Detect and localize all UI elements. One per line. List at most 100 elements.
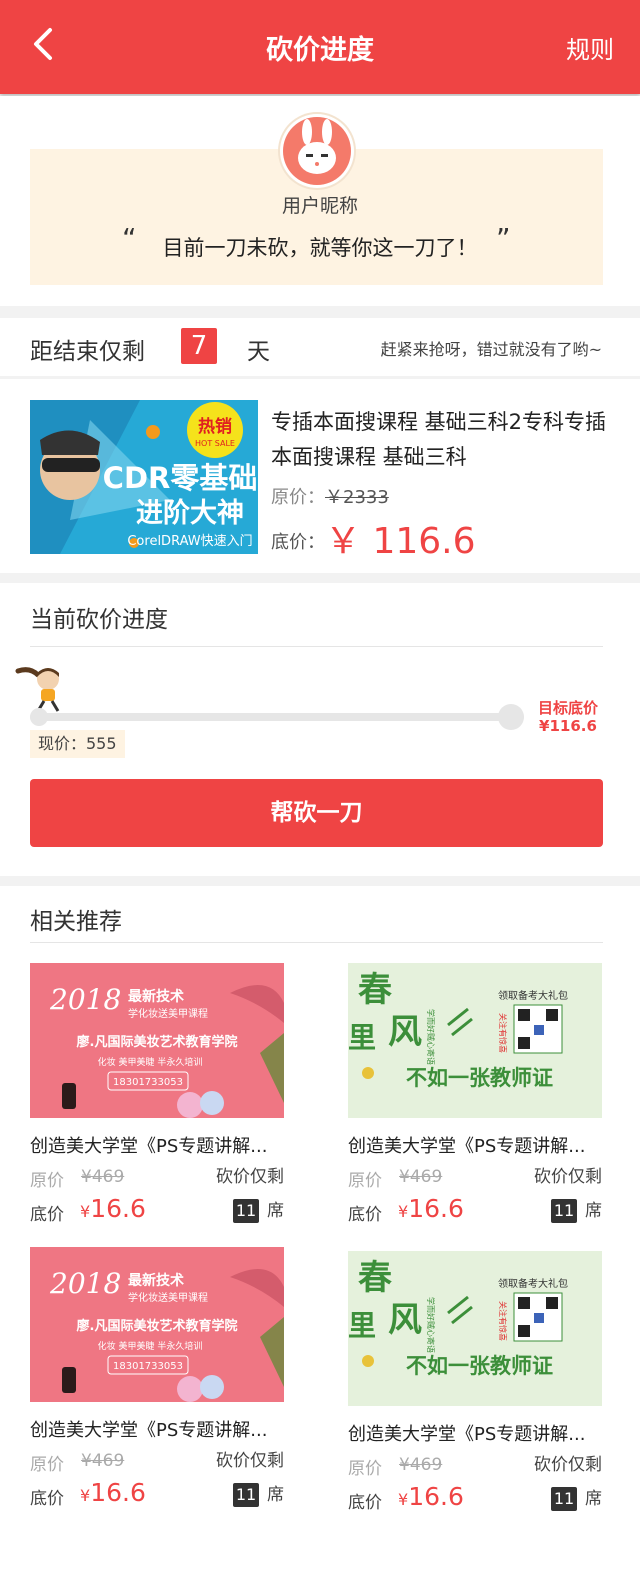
svg-text:关注有惊喜: 关注有惊喜 — [498, 1301, 508, 1341]
current-price-tag: 现价：555 — [30, 730, 125, 758]
floor-row: 底价 ¥16.6 11 席 — [348, 1480, 602, 1514]
seat-count: 11 — [551, 1199, 577, 1223]
svg-text:HOT SALE: HOT SALE — [195, 439, 235, 448]
svg-text:领取备考大礼包: 领取备考大礼包 — [498, 1277, 568, 1290]
svg-text:学化妆送美甲课程: 学化妆送美甲课程 — [128, 1291, 208, 1304]
orig-price: ¥469 — [399, 1455, 443, 1475]
svg-text:不如一张教师证: 不如一张教师证 — [406, 1066, 553, 1090]
svg-text:18301733053: 18301733053 — [113, 1361, 183, 1372]
course-name[interactable]: 创造美大学堂《PS专题讲解... — [348, 1420, 602, 1446]
course-name[interactable]: 创造美大学堂《PS专题讲解... — [348, 1132, 602, 1158]
floor-row: 底价 ¥16.6 11 席 — [348, 1192, 602, 1226]
svg-text:2018: 2018 — [49, 1267, 121, 1300]
seats-left: 11 席 — [233, 1480, 284, 1507]
remain-label: 砍价仅剩 — [216, 1167, 284, 1187]
seat-count: 11 — [233, 1483, 259, 1507]
floor-row: 底价 ¥16.6 11 席 — [30, 1192, 284, 1226]
svg-text:化妆 美甲美睫 半永久培训: 化妆 美甲美睫 半永久培训 — [98, 1056, 203, 1068]
orig-price: ¥469 — [81, 1167, 125, 1187]
user-slogan: 目前一刀未砍，就等你这一刀了！ — [162, 236, 478, 260]
seats-left: 11 席 — [551, 1196, 602, 1223]
user-quote-panel: 用户昵称 “ 目前一刀未砍，就等你这一刀了！ ” — [0, 96, 640, 306]
floor-price: ¥16.6 — [398, 1482, 464, 1511]
bargain-progress-panel: 当前砍价进度 目标底价 ¥116.6 现价：555 帮砍一刀 — [0, 583, 640, 876]
svg-text:最新技术: 最新技术 — [128, 1272, 184, 1289]
remain-label: 砍价仅剩 — [534, 1167, 602, 1187]
svg-text:风: 风 — [388, 1300, 422, 1340]
course-image[interactable]: 春 风 里 不如一张教师证 领取备考大礼包 学而好贼心寄语 关注有惊喜 — [348, 1251, 602, 1406]
progress-title: 当前砍价进度 — [30, 607, 168, 633]
svg-text:里: 里 — [348, 1309, 376, 1342]
product-title[interactable]: 专插本面搜课程 基础三科2专科专插本面搜课程 基础三科 — [271, 405, 611, 475]
course-image[interactable]: 2018 最新技术 学化妆送美甲课程 廖.凡国际美妆艺术教育学院 化妆 美甲美睫… — [30, 1247, 284, 1402]
svg-text:学而好贼心寄语: 学而好贼心寄语 — [426, 1009, 436, 1065]
svg-text:最新技术: 最新技术 — [128, 988, 184, 1005]
course-image[interactable]: 春 风 里 不如一张教师证 领取备考大礼包 学而好贼心寄语 关注有惊喜 — [348, 963, 602, 1118]
orig-label: 原价 — [30, 1455, 64, 1475]
svg-text:CorelDRAW快速入门: CorelDRAW快速入门 — [127, 534, 252, 549]
svg-text:CDR零基础: CDR零基础 — [103, 461, 258, 495]
svg-text:2018: 2018 — [49, 983, 121, 1016]
svg-text:里: 里 — [348, 1021, 376, 1054]
app-header: 砍价进度 规则 — [0, 0, 640, 94]
floor-label: 底价 — [348, 1493, 382, 1513]
orig-price: ¥469 — [81, 1451, 125, 1471]
quote-close: ” — [496, 222, 511, 255]
floor-label: 底价 — [30, 1205, 64, 1225]
countdown-days: 7 — [181, 328, 217, 364]
help-bargain-button[interactable]: 帮砍一刀 — [30, 779, 603, 847]
countdown-bar: 距结束仅剩 7 天 赶紧来抢呀，错过就没有了哟~ — [0, 318, 640, 376]
page-title: 砍价进度 — [266, 35, 374, 66]
recommend-card[interactable]: 2018 最新技术 学化妆送美甲课程 廖.凡国际美妆艺术教育学院 化妆 美甲美睫… — [30, 1247, 284, 1510]
svg-text:领取备考大礼包: 领取备考大礼包 — [498, 989, 568, 1002]
remain-label: 砍价仅剩 — [216, 1451, 284, 1471]
remain-label: 砍价仅剩 — [534, 1455, 602, 1475]
rules-link[interactable]: 规则 — [566, 30, 614, 65]
floor-label: 底价 — [348, 1205, 382, 1225]
seat-count: 11 — [551, 1487, 577, 1511]
divider — [30, 646, 603, 647]
floor-label: 底价 — [30, 1489, 64, 1509]
svg-text:学化妆送美甲课程: 学化妆送美甲课程 — [128, 1007, 208, 1020]
rabbit-avatar-icon — [283, 117, 351, 185]
recommend-card[interactable]: 2018 最新技术 学化妆送美甲课程 廖.凡国际美妆艺术教育学院 化妆 美甲美睫… — [30, 963, 284, 1226]
product-image[interactable]: 热销 HOT SALE CDR零基础 进阶大神 CorelDRAW快速入门 — [30, 400, 258, 554]
seats-left: 11 席 — [551, 1484, 602, 1511]
recommend-card[interactable]: 春 风 里 不如一张教师证 领取备考大礼包 学而好贼心寄语 关注有惊喜 创造美大… — [348, 963, 602, 1226]
orig-row: 原价 ¥469 砍价仅剩 — [348, 1446, 602, 1480]
svg-text:廖.凡国际美妆艺术教育学院: 廖.凡国际美妆艺术教育学院 — [77, 1034, 238, 1050]
product-card[interactable]: 热销 HOT SALE CDR零基础 进阶大神 CorelDRAW快速入门 专插… — [0, 379, 640, 573]
floor-row: 底价 ¥16.6 11 席 — [30, 1476, 284, 1510]
svg-text:化妆 美甲美睫 半永久培训: 化妆 美甲美睫 半永久培训 — [98, 1340, 203, 1352]
course-image[interactable]: 2018 最新技术 学化妆送美甲课程 廖.凡国际美妆艺术教育学院 化妆 美甲美睫… — [30, 963, 284, 1118]
orig-row: 原价 ¥469 砍价仅剩 — [30, 1442, 284, 1476]
countdown-label: 距结束仅剩 — [30, 339, 145, 365]
hot-badge: 热销 — [198, 416, 232, 437]
svg-text:18301733053: 18301733053 — [113, 1077, 183, 1088]
course-name[interactable]: 创造美大学堂《PS专题讲解... — [30, 1132, 284, 1158]
progress-start-knob — [30, 708, 48, 726]
user-nickname: 用户昵称 — [281, 195, 358, 217]
svg-text:春: 春 — [358, 970, 392, 1010]
orig-label: 原价 — [348, 1171, 382, 1191]
svg-text:关注有惊喜: 关注有惊喜 — [498, 1013, 508, 1053]
floor-price: ¥16.6 — [398, 1194, 464, 1223]
svg-text:学而好贼心寄语: 学而好贼心寄语 — [426, 1297, 436, 1353]
runner-girl-icon — [15, 667, 60, 712]
orig-price: ¥469 — [399, 1167, 443, 1187]
progress-end-knob — [498, 704, 524, 730]
orig-label: 原价 — [348, 1459, 382, 1479]
svg-text:风: 风 — [388, 1012, 422, 1052]
floor-price: ¥16.6 — [80, 1194, 146, 1223]
seat-count: 11 — [233, 1199, 259, 1223]
course-name[interactable]: 创造美大学堂《PS专题讲解... — [30, 1416, 284, 1442]
svg-text:不如一张教师证: 不如一张教师证 — [406, 1354, 553, 1378]
progress-track — [30, 713, 524, 721]
floor-price: ¥16.6 — [80, 1478, 146, 1507]
svg-text:进阶大神: 进阶大神 — [136, 498, 244, 529]
recommend-card[interactable]: 春 风 里 不如一张教师证 领取备考大礼包 学而好贼心寄语 关注有惊喜 创造美大… — [348, 1251, 602, 1514]
orig-row: 原价 ¥469 砍价仅剩 — [30, 1158, 284, 1192]
seats-left: 11 席 — [233, 1196, 284, 1223]
divider — [30, 942, 603, 943]
recommend-panel: 相关推荐 2018 最新技术 学化妆送美甲课程 廖.凡国际美妆艺术教育学院 化妆… — [0, 886, 640, 1589]
